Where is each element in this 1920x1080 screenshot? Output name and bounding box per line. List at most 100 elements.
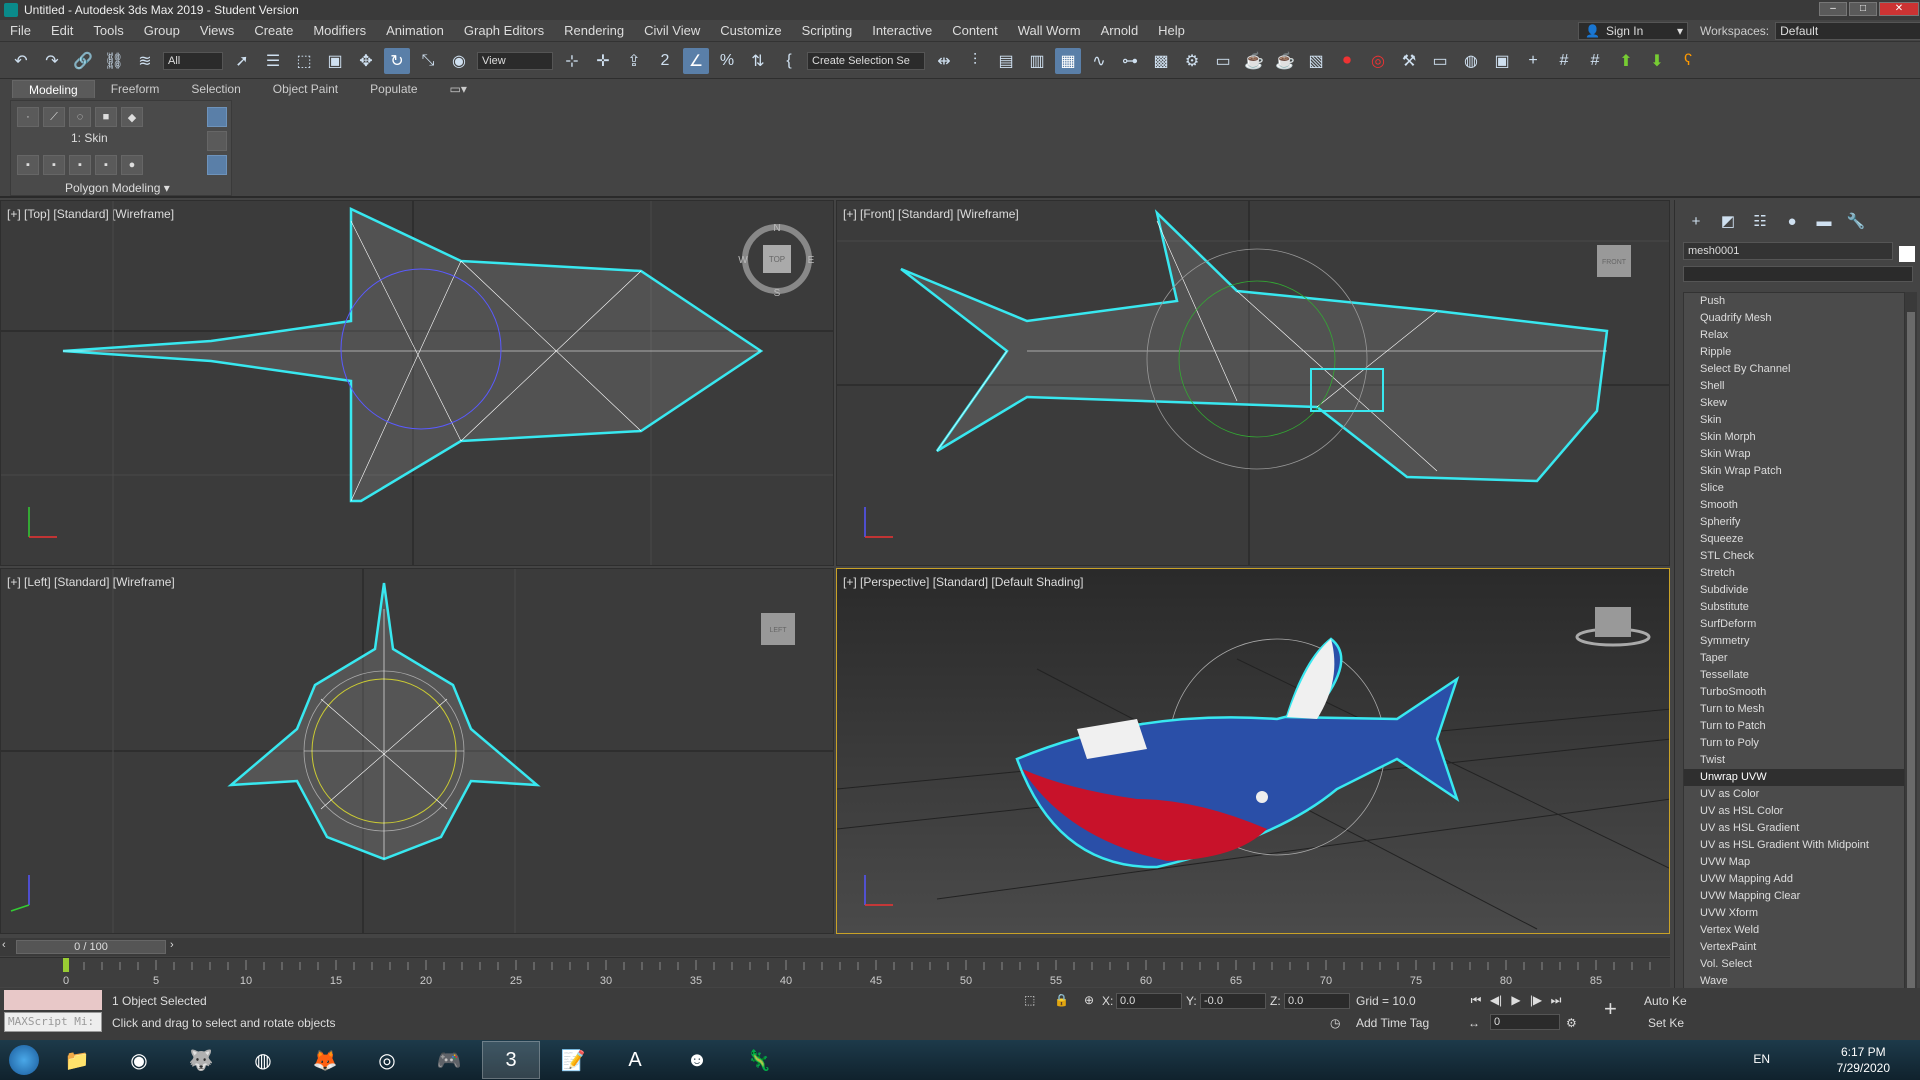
next-frame-icon[interactable]: |▶ [1526,990,1546,1010]
render-setup-icon[interactable]: ⚙ [1179,48,1205,74]
modifier-item[interactable]: Substitute [1684,599,1904,616]
menu-group[interactable]: Group [134,23,190,38]
play-icon[interactable]: ▶ [1506,990,1526,1010]
pivot-icon[interactable]: ⊹ [559,48,585,74]
modifier-item[interactable]: Subdivide [1684,582,1904,599]
polygon-icon[interactable]: ■ [95,107,117,127]
pin-stack-icon[interactable] [207,155,227,175]
select-by-name-icon[interactable]: ☰ [260,48,286,74]
record-icon[interactable]: ⏺ [1334,48,1360,74]
notepad-icon[interactable]: 📝 [544,1041,602,1079]
modifier-list-scrollbar[interactable] [1905,292,1917,1026]
previous-frame-icon[interactable]: ◀| [1486,990,1506,1010]
time-tag-icon[interactable]: ◷ [1330,1016,1340,1030]
ribbon-toggle-icon[interactable]: ▦ [1055,47,1081,74]
modifier-item[interactable]: Twist [1684,752,1904,769]
polygon-modeling-dropdown[interactable]: Polygon Modeling ▾ [65,181,170,195]
menu-arnold[interactable]: Arnold [1091,23,1149,38]
border-icon[interactable]: ◌ [69,107,91,127]
viewcube-perspective[interactable] [1575,607,1651,647]
scene-explorer-icon[interactable]: ▤ [993,48,1019,74]
menu-file[interactable]: File [0,23,41,38]
menu-views[interactable]: Views [190,23,244,38]
key-filters-icon[interactable]: ⚙ [1566,1016,1577,1030]
window-crossing-icon[interactable]: ▣ [322,48,348,74]
modifier-item[interactable]: Turn to Mesh [1684,701,1904,718]
y-coordinate-field[interactable]: -0.0 [1200,993,1266,1009]
modifier-item[interactable]: Tessellate [1684,667,1904,684]
modifier-item[interactable]: UVW Xform [1684,905,1904,922]
modifier-item[interactable]: Quadrify Mesh [1684,310,1904,327]
tool-e-icon[interactable]: ● [121,155,143,175]
modifier-item[interactable]: Squeeze [1684,531,1904,548]
modifier-item[interactable]: Shell [1684,378,1904,395]
tab-object-paint[interactable]: Object Paint [257,80,354,98]
place-icon[interactable]: ◉ [446,48,472,74]
arrow-down-icon[interactable]: ⬇ [1644,48,1670,74]
globe-icon[interactable]: ◍ [1458,48,1484,74]
display-tab-icon[interactable]: ▬ [1811,210,1837,232]
chevron-right-icon[interactable]: › [170,939,174,951]
system-clock[interactable]: 6:17 PM 7/29/2020 [1837,1044,1890,1076]
viewcube-left[interactable]: LEFT [761,613,795,645]
tab-freeform[interactable]: Freeform [95,80,176,98]
curve-editor-icon[interactable]: ∿ [1086,48,1112,74]
chrome-icon[interactable]: ◎ [358,1041,416,1079]
3dsmax-icon[interactable]: 3 [482,1041,540,1079]
viewport-left[interactable]: [+] [Left] [Standard] [Wireframe] LEFT [0,568,834,934]
menu-civil-view[interactable]: Civil View [634,23,710,38]
modifier-item[interactable]: Taper [1684,650,1904,667]
modifier-item[interactable]: Ripple [1684,344,1904,361]
undo-icon[interactable]: ↶ [8,48,34,74]
mirror-icon[interactable]: ⇹ [931,48,957,74]
viewport-perspective[interactable]: [+] [Perspective] [Standard] [Default Sh… [836,568,1670,934]
modifier-item[interactable]: VertexPaint [1684,939,1904,956]
align-icon[interactable]: ⫶ [962,48,988,74]
modifier-item[interactable]: UV as HSL Gradient With Midpoint [1684,837,1904,854]
modifier-item[interactable]: Smooth [1684,497,1904,514]
track-bar[interactable]: 0 5 10 15 20 25 30 35 40 45 50 55 60 65 70 75 80 85 [0,957,1670,987]
z-coordinate-field[interactable]: 0.0 [1284,993,1350,1009]
tool-d-icon[interactable]: ▪ [95,155,117,175]
firefox-icon[interactable]: 🦊 [296,1041,354,1079]
auto-key-button[interactable]: Auto Ke [1644,994,1687,1008]
modifier-item[interactable]: Stretch [1684,565,1904,582]
menu-wall-worm[interactable]: Wall Worm [1008,23,1091,38]
close-button[interactable]: ✕ [1879,2,1919,16]
vmf-icon[interactable]: ▣ [1489,48,1515,74]
modifier-stack-icon[interactable] [207,131,227,151]
steam-icon[interactable]: ◉ [110,1041,168,1079]
maxscript-listener[interactable] [4,990,102,1010]
modifier-item[interactable]: Spherify [1684,514,1904,531]
rotate-icon[interactable]: ↻ [384,47,410,74]
menu-help[interactable]: Help [1148,23,1195,38]
current-frame-field[interactable]: 0 [1490,1014,1560,1030]
acrobat-icon[interactable]: A [606,1041,664,1079]
modifier-item[interactable]: Push [1684,293,1904,310]
app-mask-icon[interactable]: ☻ [668,1041,726,1079]
render-iterative-icon[interactable]: ☕ [1272,48,1298,74]
workspaces-select[interactable]: Default [1775,22,1920,40]
object-color-swatch[interactable] [1899,246,1915,262]
menu-modifiers[interactable]: Modifiers [303,23,376,38]
modifier-item[interactable]: UVW Mapping Add [1684,871,1904,888]
file-explorer-icon[interactable]: 📁 [48,1041,106,1079]
modifier-item[interactable]: Select By Channel [1684,361,1904,378]
grid-icon[interactable]: # [1551,48,1577,74]
percent-snap-icon[interactable]: % [714,48,740,74]
modifier-item[interactable]: UVW Mapping Clear [1684,888,1904,905]
modifier-item[interactable]: Unwrap UVW [1684,769,1904,786]
hierarchy-tab-icon[interactable]: ☷ [1747,210,1773,232]
modifier-item[interactable]: Skin [1684,412,1904,429]
modify-tab-icon[interactable]: ◩ [1715,210,1741,232]
link-icon[interactable]: 🔗 [70,48,96,74]
bind-spacewarp-icon[interactable]: ≋ [132,48,158,74]
keyboard-shortcut-icon[interactable]: ⇪ [621,48,647,74]
rendered-frame-icon[interactable]: ▭ [1210,48,1236,74]
snap-icon[interactable]: 2 [652,48,678,74]
show-end-result-icon[interactable] [207,107,227,127]
modifier-item[interactable]: Skin Wrap Patch [1684,463,1904,480]
angle-snap-icon[interactable]: ∠ [683,47,709,74]
menu-tools[interactable]: Tools [83,23,133,38]
spinner-snap-icon[interactable]: ⇅ [745,48,771,74]
